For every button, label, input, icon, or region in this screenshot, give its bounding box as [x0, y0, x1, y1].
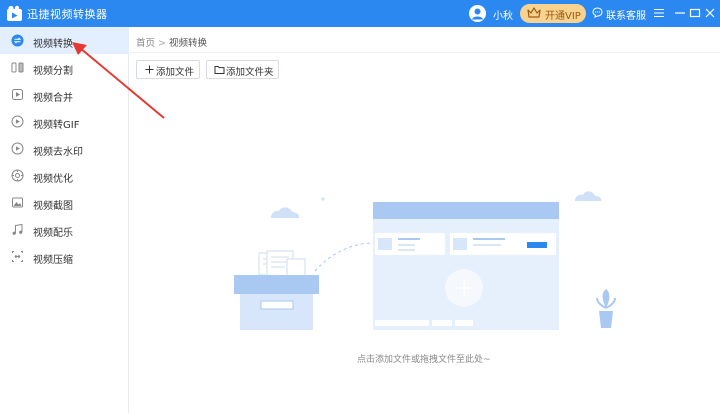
- minimize-icon[interactable]: [673, 6, 687, 20]
- sidebar-item-split[interactable]: 视频分割: [0, 54, 129, 81]
- close-icon[interactable]: [703, 6, 717, 20]
- cloud-icon: [575, 191, 602, 201]
- add-file-button[interactable]: 添加文件: [136, 60, 200, 79]
- dashed-connector: [314, 242, 374, 272]
- watermark-icon: [11, 142, 24, 155]
- breadcrumb: 首页 > 视频转换: [136, 35, 207, 49]
- username[interactable]: 小秋: [493, 7, 513, 22]
- sidebar-item-optimize[interactable]: 视频优化: [0, 162, 129, 189]
- crown-icon: [527, 7, 541, 18]
- folder-icon: [214, 66, 225, 74]
- chat-bubble-icon: [592, 7, 603, 18]
- sidebar-item-label: 视频去水印: [33, 147, 83, 158]
- app-title: 迅捷视频转换器: [27, 8, 108, 21]
- music-icon: [12, 223, 23, 235]
- sidebar-item-music[interactable]: 视频配乐: [0, 216, 129, 243]
- add-folder-label: 添加文件夹: [226, 67, 274, 78]
- app-logo-icon: [7, 5, 22, 21]
- breadcrumb-home[interactable]: 首页: [136, 38, 155, 49]
- menu-icon[interactable]: [652, 6, 666, 20]
- maximize-icon[interactable]: [688, 6, 702, 20]
- vip-label: 开通VIP: [545, 11, 581, 22]
- vip-button[interactable]: 开通VIP: [520, 4, 586, 23]
- sidebar-item-merge[interactable]: 视频合并: [0, 81, 129, 108]
- split-icon: [11, 62, 24, 73]
- sidebar-item-label: 视频截图: [33, 201, 73, 212]
- title-bar: 迅捷视频转换器 小秋 开通VIP 联系客服: [0, 0, 720, 27]
- add-file-label: 添加文件: [156, 67, 195, 78]
- cloud-icon: [271, 207, 300, 218]
- merge-icon: [12, 89, 23, 100]
- sidebar-item-label: 视频压缩: [33, 255, 73, 266]
- plant-icon: [596, 289, 616, 328]
- customer-service-label: 联系客服: [606, 11, 646, 22]
- sidebar-item-convert[interactable]: 视频转换: [0, 27, 129, 54]
- compress-icon: [12, 251, 23, 262]
- sidebar-item-label: 视频优化: [33, 174, 73, 185]
- avatar[interactable]: [469, 5, 486, 22]
- sidebar-item-gif[interactable]: 视频转GIF: [0, 108, 129, 135]
- sidebar-item-watermark[interactable]: 视频去水印: [0, 135, 129, 162]
- optimize-icon: [11, 169, 24, 182]
- sidebar-item-label: 视频转GIF: [33, 120, 80, 131]
- empty-state-illustration: [234, 191, 616, 330]
- app-window: 迅捷视频转换器 小秋 开通VIP 联系客服 视频转换 视频分割 视频合并 视频转…: [0, 0, 720, 413]
- sidebar-item-label: 视频转换: [33, 39, 73, 50]
- sidebar-item-label: 视频配乐: [33, 228, 73, 239]
- sidebar: 视频转换 视频分割 视频合并 视频转GIF 视频去水印 视频优化 视频截图 视频…: [0, 27, 129, 413]
- convert-icon: [11, 34, 24, 47]
- dot-decoration: [321, 197, 325, 201]
- sidebar-item-label: 视频合并: [33, 93, 73, 104]
- breadcrumb-separator: >: [158, 38, 166, 49]
- gif-icon: [11, 115, 24, 128]
- sidebar-item-label: 视频分割: [33, 66, 73, 77]
- sidebar-item-screenshot[interactable]: 视频截图: [0, 189, 129, 216]
- divider: [130, 52, 720, 53]
- box-icon: [234, 250, 319, 330]
- breadcrumb-current: 视频转换: [168, 38, 207, 49]
- window-mockup-icon: [373, 202, 559, 330]
- drop-hint-text: 点击添加文件或拖拽文件至此处~: [357, 355, 491, 365]
- plus-icon: [145, 65, 154, 74]
- add-folder-button[interactable]: 添加文件夹: [206, 60, 279, 79]
- screenshot-icon: [12, 197, 23, 208]
- sidebar-item-compress[interactable]: 视频压缩: [0, 243, 129, 270]
